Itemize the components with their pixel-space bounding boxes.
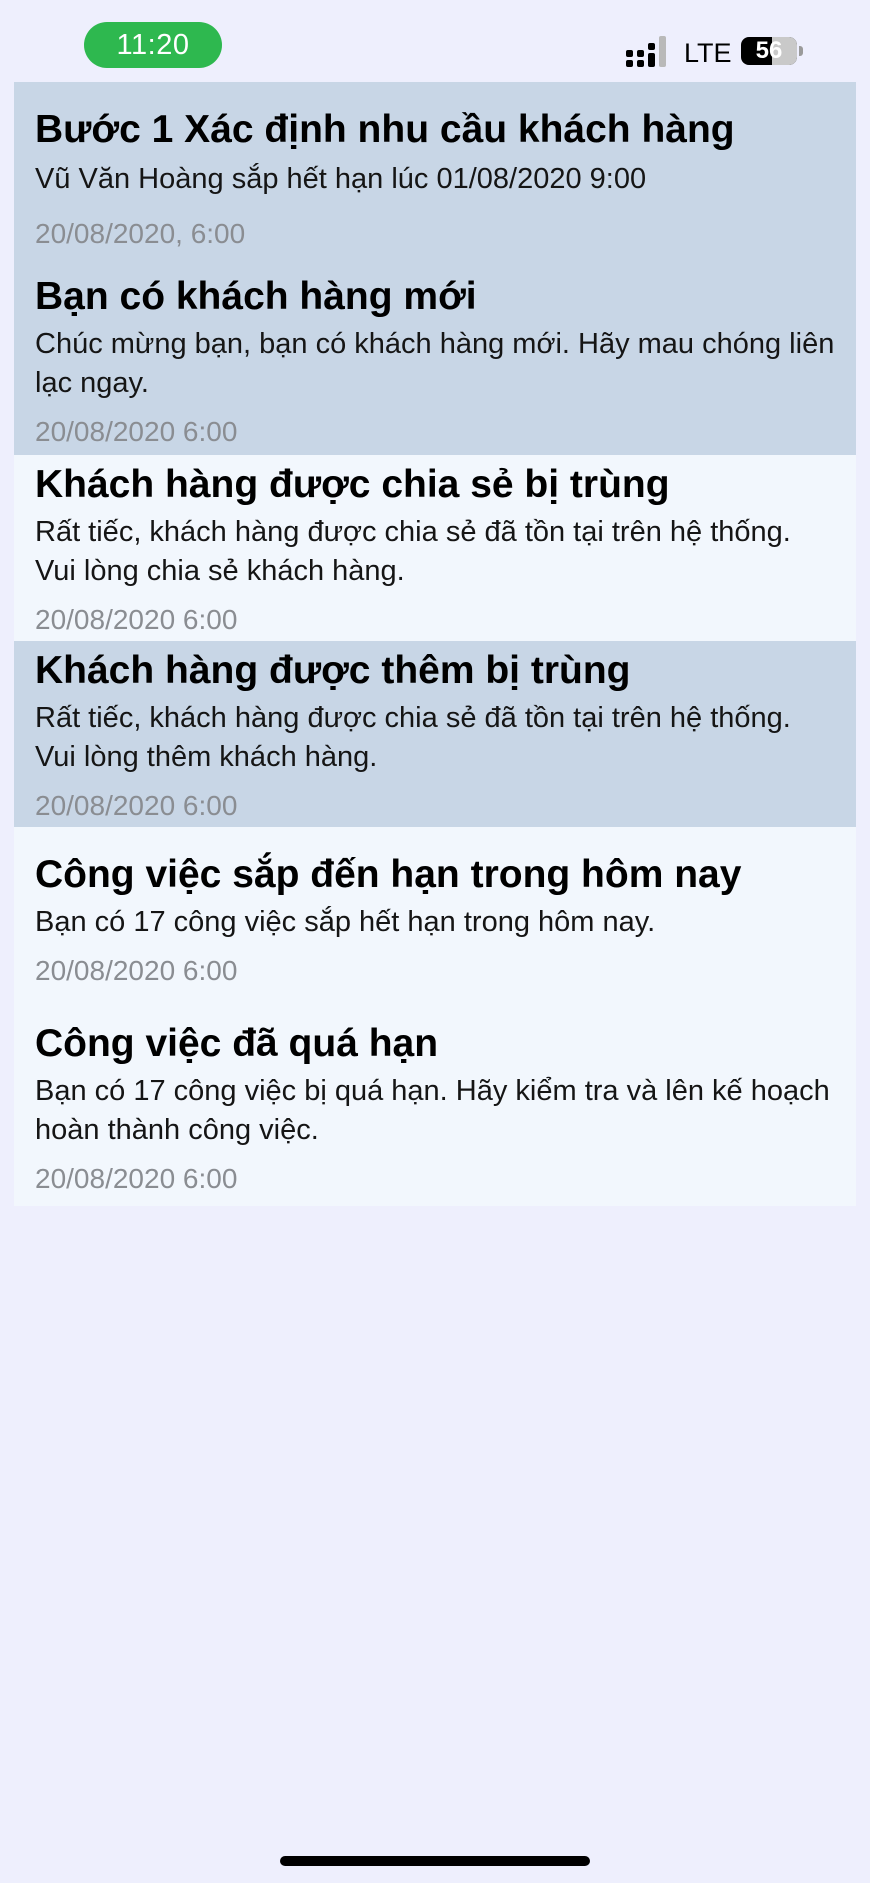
home-indicator[interactable] xyxy=(280,1856,590,1866)
notification-item[interactable]: Công việc đã quá hạn Bạn có 17 công việc… xyxy=(14,1002,856,1206)
notification-time: 20/08/2020 6:00 xyxy=(35,604,238,635)
notification-list: Bước 1 Xác định nhu cầu khách hàng Vũ Vă… xyxy=(14,82,856,1206)
cellular-signal-icon xyxy=(626,36,666,67)
notification-title: Công việc sắp đến hạn trong hôm nay xyxy=(35,853,742,896)
battery-tip xyxy=(799,46,803,56)
notification-body: Bạn có 17 công việc bị quá hạn. Hãy kiểm… xyxy=(35,1075,830,1146)
notification-body: Rất tiếc, khách hàng được chia sẻ đã tồn… xyxy=(35,702,791,773)
notification-item[interactable]: Khách hàng được chia sẻ bị trùng Rất tiế… xyxy=(14,455,856,641)
notification-body: Rất tiếc, khách hàng được chia sẻ đã tồn… xyxy=(35,516,791,587)
notification-item[interactable]: Bước 1 Xác định nhu cầu khách hàng Vũ Vă… xyxy=(14,82,856,265)
notification-body: Bạn có 17 công việc sắp hết hạn trong hô… xyxy=(35,906,656,938)
status-time: 11:20 xyxy=(116,28,190,61)
notification-time: 20/08/2020 6:00 xyxy=(35,790,238,821)
network-type: LTE xyxy=(684,38,732,68)
notification-title: Khách hàng được chia sẻ bị trùng xyxy=(35,463,670,506)
notification-item[interactable]: Công việc sắp đến hạn trong hôm nay Bạn … xyxy=(14,827,856,1002)
battery-icon: 56 xyxy=(741,37,797,65)
notification-item[interactable]: Khách hàng được thêm bị trùng Rất tiếc, … xyxy=(14,641,856,827)
notification-title: Công việc đã quá hạn xyxy=(35,1022,439,1065)
notification-title: Bạn có khách hàng mới xyxy=(35,275,477,318)
notification-body: Vũ Văn Hoàng sắp hết hạn lúc 01/08/2020 … xyxy=(35,163,647,195)
notification-title: Khách hàng được thêm bị trùng xyxy=(35,649,631,692)
battery-percent: 56 xyxy=(755,37,783,64)
status-time-pill[interactable]: 11:20 xyxy=(84,22,222,68)
notification-time: 20/08/2020 6:00 xyxy=(35,416,238,447)
notification-body: Chúc mừng bạn, bạn có khách hàng mới. Hã… xyxy=(35,328,835,399)
notification-time: 20/08/2020 6:00 xyxy=(35,1163,238,1194)
notification-time: 20/08/2020, 6:00 xyxy=(35,218,246,249)
notification-item[interactable]: Bạn có khách hàng mới Chúc mừng bạn, bạn… xyxy=(14,265,856,455)
notification-title: Bước 1 Xác định nhu cầu khách hàng xyxy=(35,108,735,151)
notification-time: 20/08/2020 6:00 xyxy=(35,955,238,986)
